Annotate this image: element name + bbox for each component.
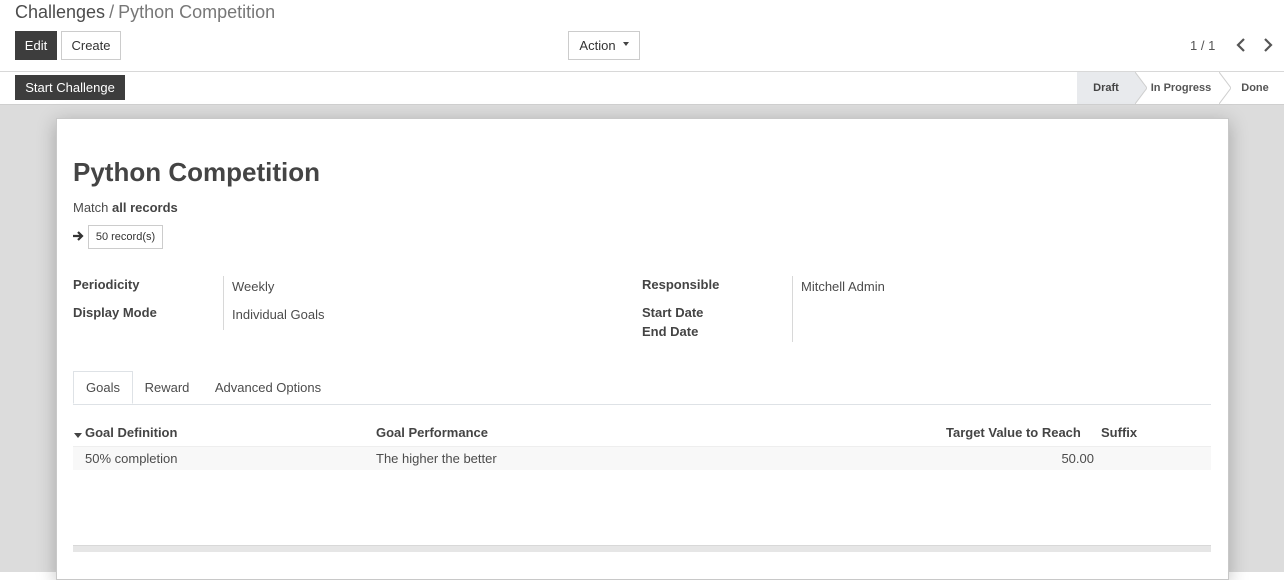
periodicity-field[interactable]: Weekly: [232, 279, 274, 294]
pager-value[interactable]: 1 / 1: [1190, 38, 1215, 53]
status-step-in-progress-label: In Progress: [1150, 82, 1212, 94]
display-mode-field[interactable]: Individual Goals: [232, 307, 325, 322]
tab-advanced-options[interactable]: Advanced Options: [205, 371, 331, 403]
status-step-in-progress[interactable]: In Progress: [1147, 72, 1215, 104]
domain-value: all records: [112, 200, 178, 215]
end-date-label: End Date: [642, 324, 699, 339]
status-arrow-divider: [1219, 72, 1231, 104]
display-mode-label: Display Mode: [73, 305, 157, 320]
status-arrow-divider: [1135, 72, 1147, 104]
field-divider: [792, 276, 793, 342]
status-step-done-label: Done: [1241, 82, 1269, 94]
start-date-label: Start Date: [642, 305, 704, 320]
pager-previous-button[interactable]: [1231, 34, 1251, 56]
responsible-label: Responsible: [642, 277, 720, 292]
breadcrumb-current: Python Competition: [118, 2, 276, 22]
pager-next-button[interactable]: [1258, 34, 1278, 56]
goal-performance-cell: The higher the better: [376, 451, 497, 466]
tab-goals[interactable]: Goals: [73, 371, 133, 404]
notebook-tabs: Goals Reward Advanced Options: [73, 371, 1211, 405]
status-step-draft-label: Draft: [1093, 82, 1119, 94]
arrow-right-icon: [73, 231, 84, 241]
edit-button[interactable]: Edit: [15, 31, 57, 60]
breadcrumb: Challenges / Python Competition: [15, 1, 275, 23]
action-dropdown-button[interactable]: Action: [568, 31, 640, 60]
action-label: Action: [579, 38, 616, 53]
tab-reward[interactable]: Reward: [137, 371, 197, 403]
statusbar: Start Challenge Draft In Progress Done: [0, 72, 1284, 105]
sort-caret-down-icon: [74, 433, 82, 438]
chevron-left-icon: [1236, 38, 1245, 52]
column-header-goal-performance[interactable]: Goal Performance: [376, 425, 488, 440]
record-title: Python Competition: [73, 157, 320, 187]
target-value-cell: 50.00: [1061, 451, 1094, 466]
caret-down-icon: [622, 41, 629, 46]
table-footer: [73, 545, 1211, 552]
records-count-button[interactable]: 50 record(s): [88, 225, 163, 249]
field-divider: [223, 276, 224, 330]
periodicity-label: Periodicity: [73, 277, 140, 292]
domain-summary: Match all records: [73, 200, 178, 215]
start-challenge-button[interactable]: Start Challenge: [15, 75, 125, 100]
column-header-suffix[interactable]: Suffix: [1101, 425, 1137, 440]
domain-prefix: Match: [73, 200, 109, 215]
breadcrumb-challenges-link[interactable]: Challenges: [15, 2, 105, 22]
control-panel: Challenges / Python Competition Edit Creat…: [0, 0, 1284, 72]
status-step-done[interactable]: Done: [1231, 72, 1279, 104]
responsible-field[interactable]: Mitchell Admin: [801, 279, 885, 294]
column-header-target-value[interactable]: Target Value to Reach: [946, 425, 1081, 440]
create-button[interactable]: Create: [61, 31, 121, 60]
chevron-right-icon: [1264, 38, 1273, 52]
breadcrumb-separator: /: [109, 2, 115, 22]
column-header-goal-definition[interactable]: Goal Definition: [85, 425, 177, 440]
goal-definition-cell: 50% completion: [85, 451, 178, 466]
status-step-draft[interactable]: Draft: [1077, 72, 1135, 104]
